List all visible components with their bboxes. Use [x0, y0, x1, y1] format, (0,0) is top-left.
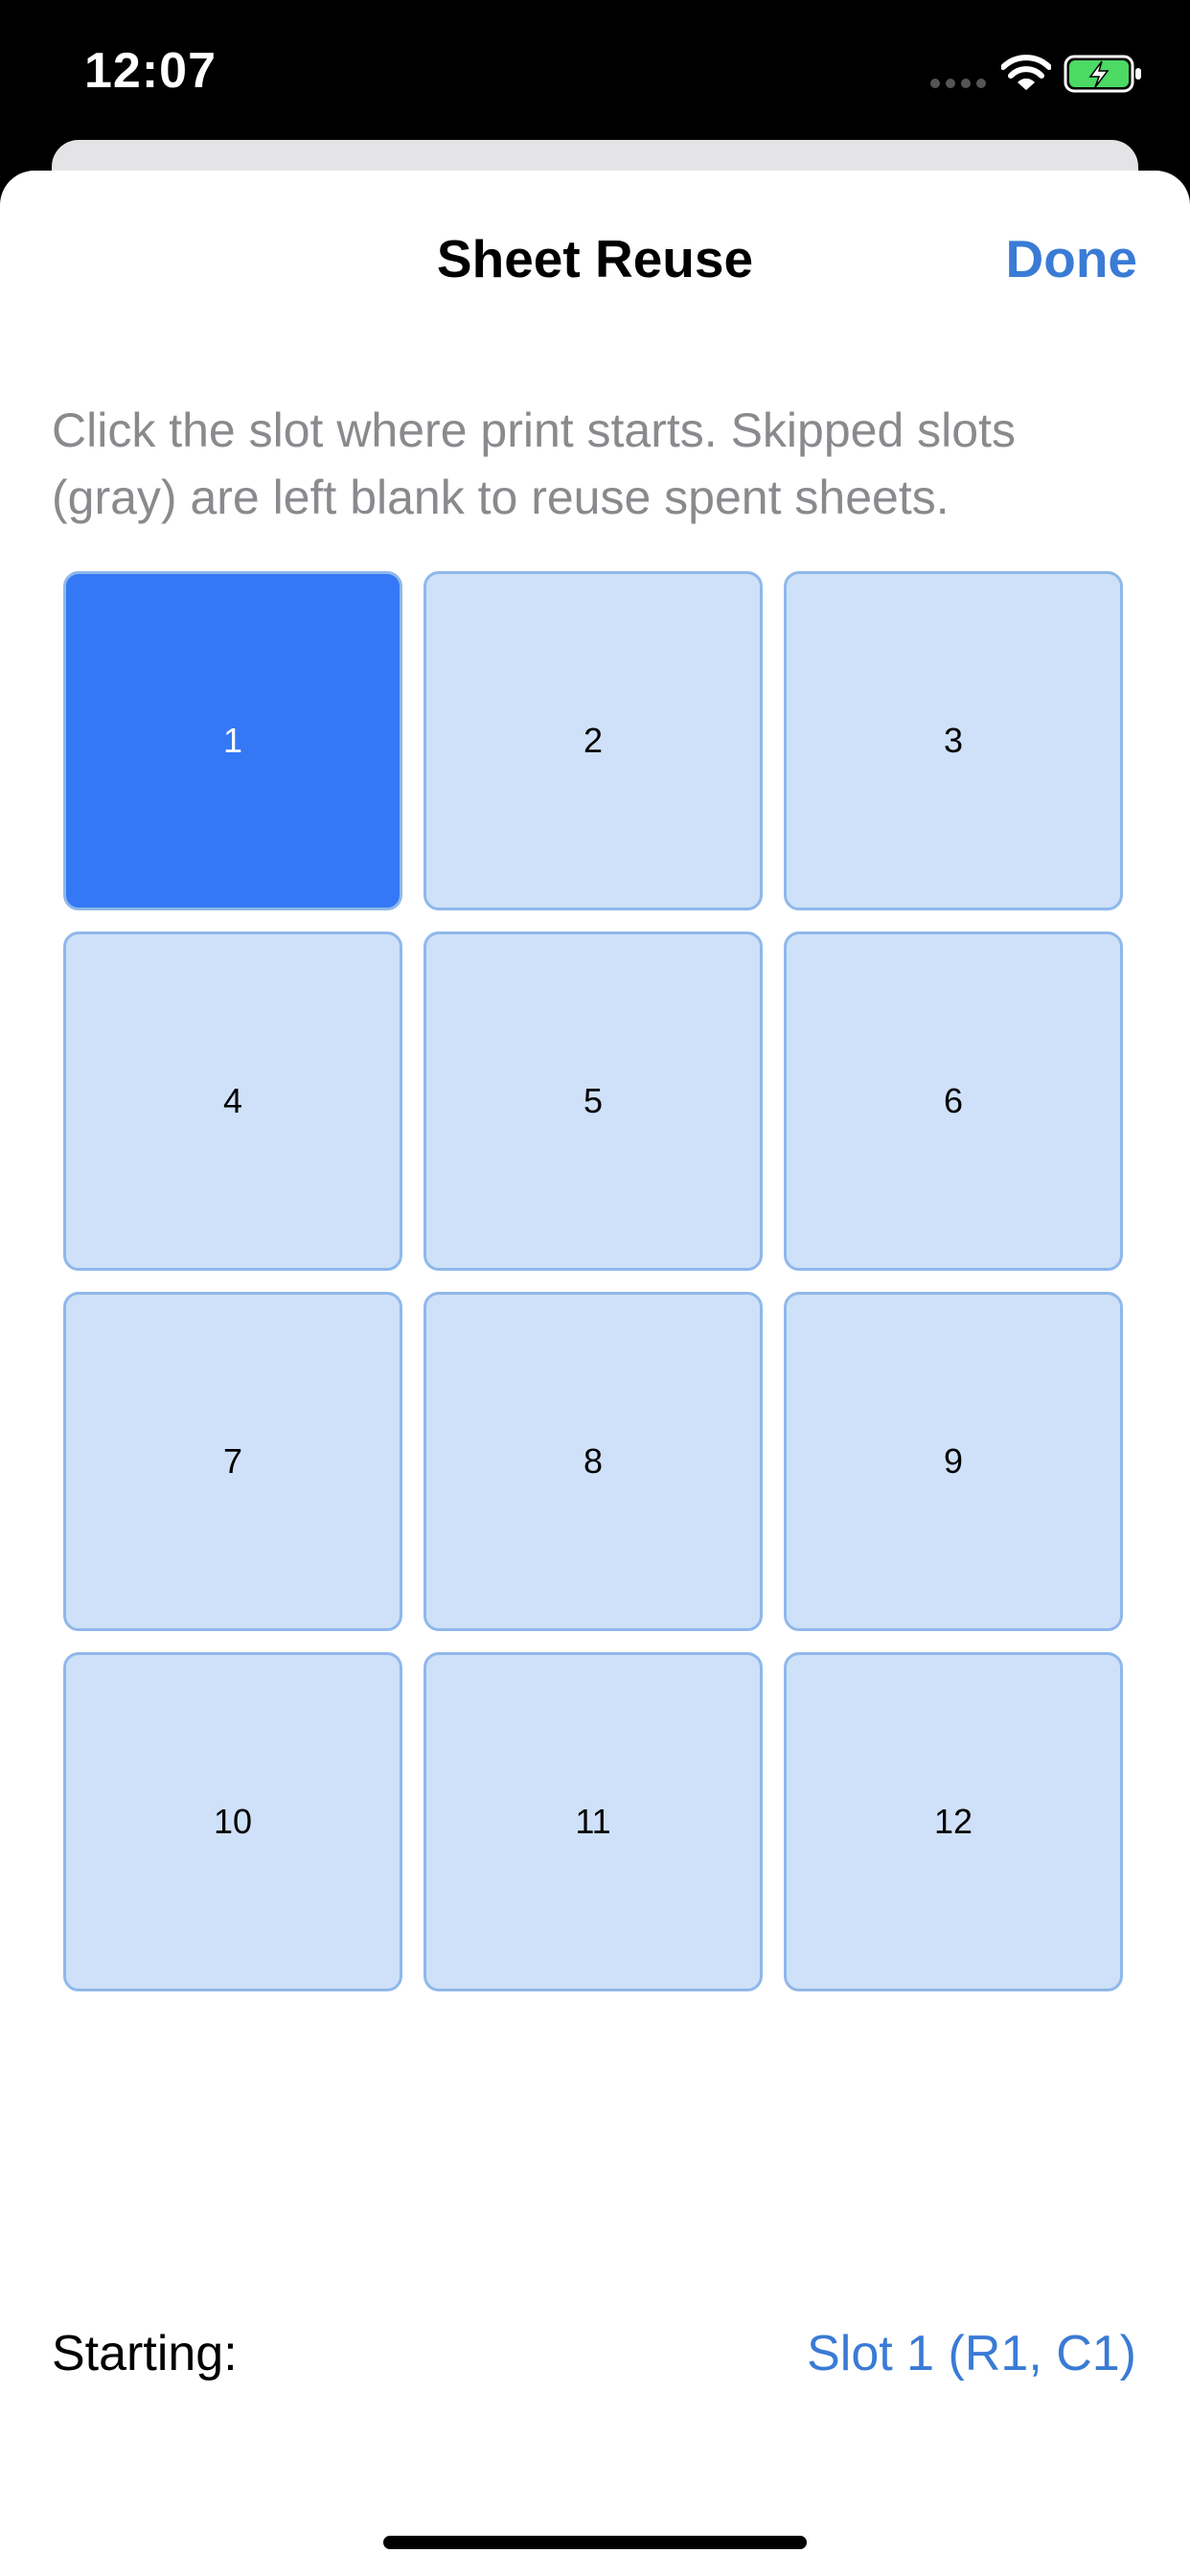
signal-dots-icon: [930, 79, 986, 88]
slot-3[interactable]: 3: [784, 571, 1123, 910]
starting-label: Starting:: [52, 2326, 238, 2381]
slot-11[interactable]: 11: [423, 1652, 763, 1991]
slot-5[interactable]: 5: [423, 932, 763, 1271]
slot-1[interactable]: 1: [63, 571, 402, 910]
battery-charging-icon: [1064, 55, 1141, 93]
status-bar: 12:07: [0, 0, 1190, 144]
sheet-reuse-modal: Sheet Reuse Done Click the slot where pr…: [0, 171, 1190, 2576]
slot-8[interactable]: 8: [423, 1292, 763, 1631]
slot-12[interactable]: 12: [784, 1652, 1123, 1991]
slot-2[interactable]: 2: [423, 571, 763, 910]
home-indicator: [383, 2536, 807, 2549]
wifi-icon: [1001, 55, 1051, 90]
slot-7[interactable]: 7: [63, 1292, 402, 1631]
slot-6[interactable]: 6: [784, 932, 1123, 1271]
instructions-text: Click the slot where print starts. Skipp…: [52, 403, 1016, 524]
status-time: 12:07: [84, 43, 217, 99]
slot-9[interactable]: 9: [784, 1292, 1123, 1631]
slot-grid: 1 2 3 4 5 6 7 8 9 10 11 12: [63, 571, 1123, 1991]
slot-4[interactable]: 4: [63, 932, 402, 1271]
done-button[interactable]: Done: [1006, 228, 1138, 289]
slot-10[interactable]: 10: [63, 1652, 402, 1991]
starting-slot-value[interactable]: Slot 1 (R1, C1): [807, 2325, 1136, 2382]
